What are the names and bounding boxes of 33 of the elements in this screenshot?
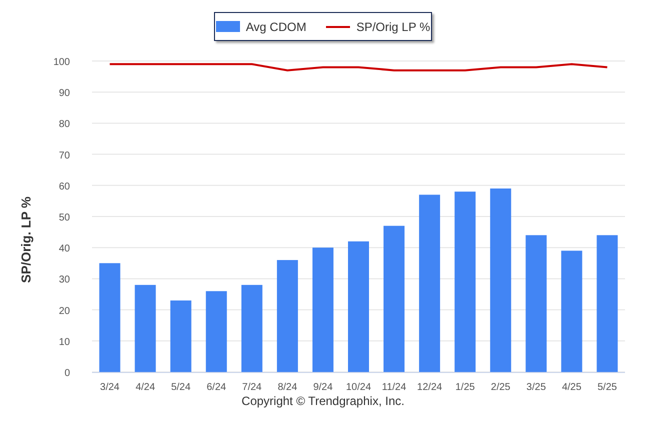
x-tick-label: 8/24 xyxy=(278,382,298,390)
y-tick-label: 80 xyxy=(58,119,70,130)
copyright-text: Copyright © Trendgraphix, Inc. xyxy=(242,393,404,410)
y-tick-label: 70 xyxy=(58,150,70,162)
x-tick-label: 5/25 xyxy=(598,382,617,390)
y-tick-label: 90 xyxy=(58,88,70,100)
legend-label: SP/Orig LP % xyxy=(356,18,430,36)
y-tick-label: 30 xyxy=(58,274,70,286)
x-tick-label: 5/24 xyxy=(171,382,191,390)
x-tick-label: 4/25 xyxy=(562,382,582,390)
y-tick-label: 0 xyxy=(64,368,70,379)
bar-swatch-icon xyxy=(216,21,240,32)
x-tick-label: 2/25 xyxy=(490,382,510,390)
y-tick-label: 10 xyxy=(58,336,70,348)
y-tick-label: 50 xyxy=(58,212,70,224)
y-tick-label: 20 xyxy=(58,306,70,317)
x-tick-label: 3/25 xyxy=(526,382,546,390)
y-axis-title: SP/Orig. LP % xyxy=(17,196,34,284)
x-tick-label: 12/24 xyxy=(417,382,442,390)
x-tick-label: 9/24 xyxy=(313,382,333,390)
legend-label: Avg CDOM xyxy=(246,18,306,36)
x-tick-label: 6/24 xyxy=(206,382,226,390)
x-tick-label: 1/25 xyxy=(455,382,475,390)
x-tick-label: 10/24 xyxy=(346,382,372,390)
y-tick-label: 40 xyxy=(58,244,70,255)
bar xyxy=(170,300,192,372)
x-tick-label: 4/24 xyxy=(136,382,156,390)
x-tick-label: 7/24 xyxy=(242,382,262,390)
y-tick-label: 100 xyxy=(53,57,70,68)
line-swatch-icon xyxy=(326,26,350,28)
x-tick-label: 11/24 xyxy=(382,382,406,390)
x-tick-label: 3/24 xyxy=(100,382,120,390)
y-tick-label: 60 xyxy=(58,181,70,192)
